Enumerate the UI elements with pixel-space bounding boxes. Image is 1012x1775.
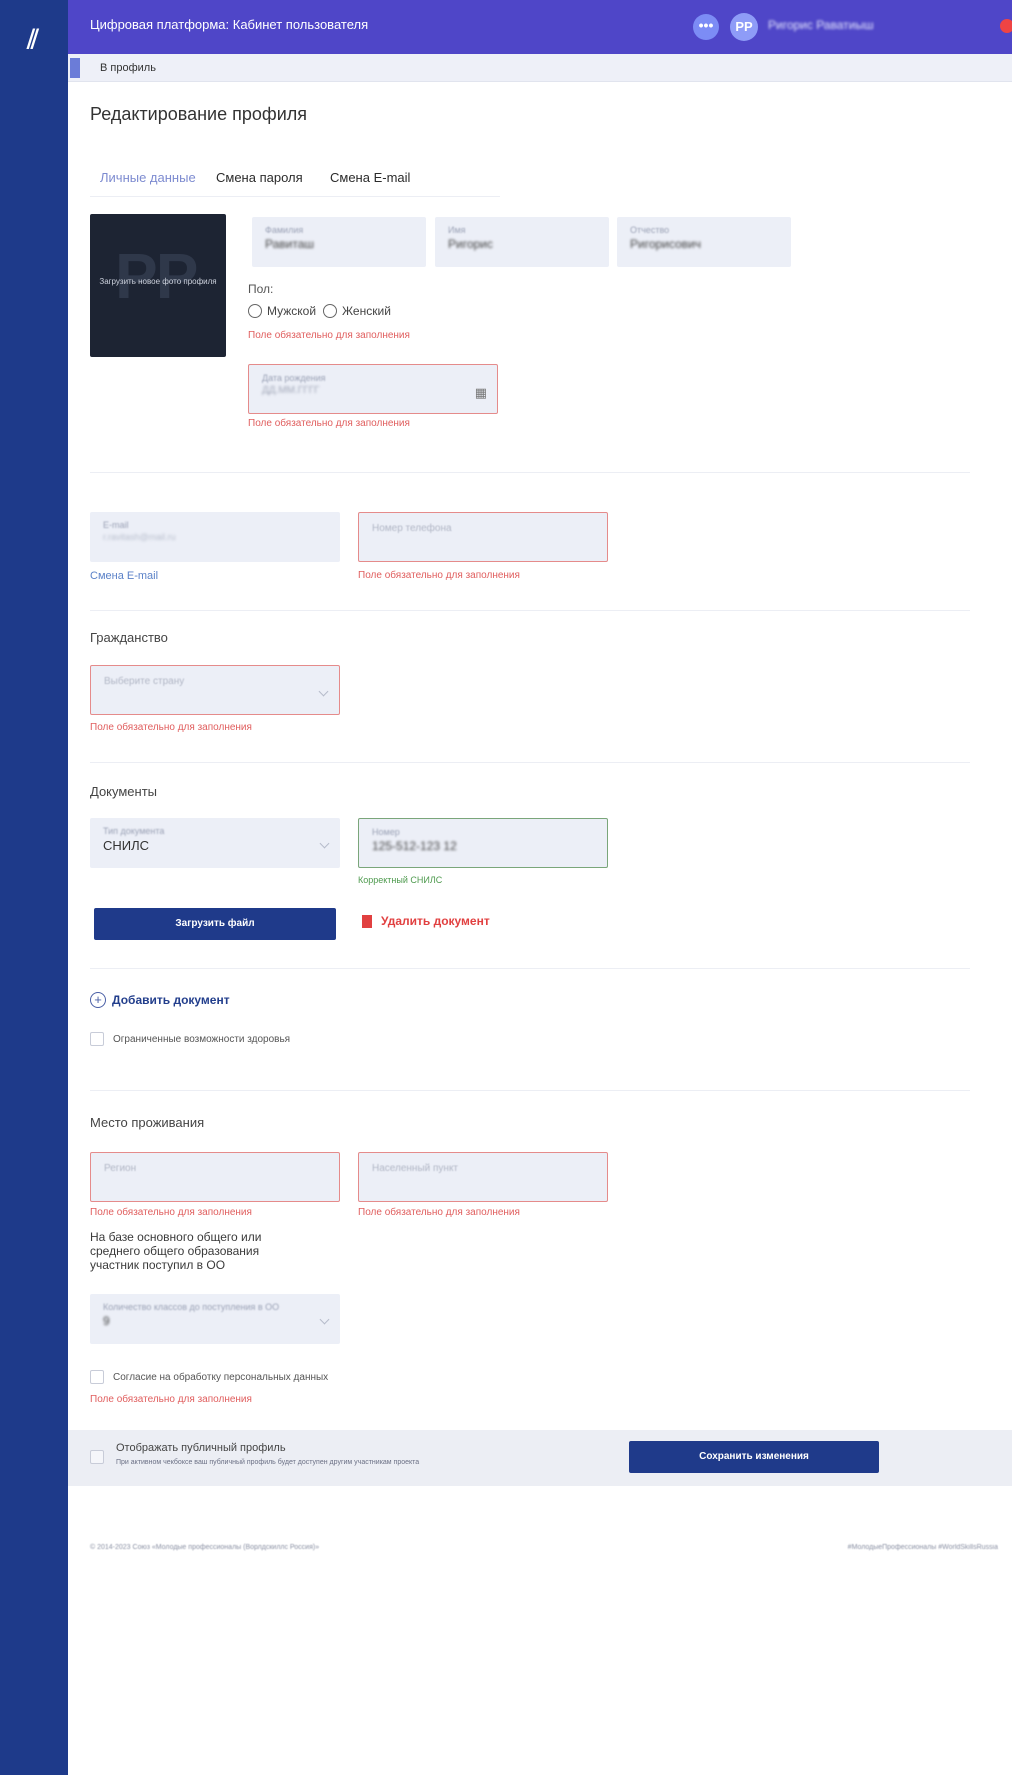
section-divider xyxy=(90,1090,970,1091)
save-changes-button[interactable]: Сохранить изменения xyxy=(629,1441,879,1473)
public-profile-checkbox[interactable] xyxy=(90,1450,104,1464)
first-name-value: Ригорис xyxy=(448,237,493,251)
page-title: Редактирование профиля xyxy=(90,104,308,124)
locality-placeholder: Населенный пункт xyxy=(372,1163,459,1174)
citizenship-title: Гражданство xyxy=(90,630,168,645)
document-number-hint: Корректный СНИЛС xyxy=(358,875,443,885)
add-document-label: Добавить документ xyxy=(112,993,230,1007)
gender-error: Поле обязательно для заполнения xyxy=(248,330,410,341)
app-title: Цифровая платформа: Кабинет пользователя xyxy=(90,17,369,32)
gender-male-label: Мужской xyxy=(267,304,317,318)
first-name-label: Имя xyxy=(448,225,466,235)
chevron-down-icon xyxy=(318,686,329,697)
section-divider xyxy=(90,472,970,473)
tab-personal-data[interactable]: Личные данные xyxy=(90,170,208,197)
first-name-field[interactable]: Имя Ригорис xyxy=(435,217,609,267)
checkbox-icon[interactable] xyxy=(90,1370,104,1384)
gender-radio-female[interactable]: Женский xyxy=(323,304,391,318)
radio-circle-icon xyxy=(248,304,262,318)
footer-hashtags[interactable]: #МолодыеПрофессионалы #WorldSkillsRussia xyxy=(848,1544,998,1551)
birth-date-error: Поле обязательно для заполнения xyxy=(248,418,410,429)
country-select[interactable]: Выберите страну xyxy=(90,665,340,715)
region-error: Поле обязательно для заполнения xyxy=(90,1207,252,1218)
document-type-select[interactable]: Тип документа СНИЛС xyxy=(90,818,340,868)
email-value: r.ravitash@mail.ru xyxy=(103,532,176,542)
middle-name-label: Отчество xyxy=(630,225,670,235)
residence-title: Место проживания xyxy=(90,1115,205,1130)
bottom-bar: Отображать публичный профиль При активно… xyxy=(68,1430,1012,1486)
footer-copyright: © 2014-2023 Союз «Молодые профессионалы … xyxy=(90,1544,320,1551)
user-name[interactable]: Ригорис Раватиыш xyxy=(768,18,874,32)
tab-change-password[interactable]: Смена пароля xyxy=(216,170,303,185)
delete-document-label: Удалить документ xyxy=(381,914,490,928)
public-profile-title: Отображать публичный профиль xyxy=(116,1442,286,1454)
upload-photo-label[interactable]: Загрузить новое фото профиля xyxy=(98,276,218,288)
documents-title: Документы xyxy=(90,784,158,799)
chevron-down-icon xyxy=(319,838,330,849)
back-to-profile-link[interactable]: В профиль xyxy=(100,62,156,74)
document-type-label: Тип документа xyxy=(103,826,165,836)
middle-name-value: Ригорисович xyxy=(630,237,702,251)
upload-file-button[interactable]: Загрузить файл xyxy=(94,908,336,940)
classes-value: 9 xyxy=(103,1314,110,1328)
region-placeholder: Регион xyxy=(104,1163,137,1174)
checkbox-icon[interactable] xyxy=(90,1032,104,1046)
change-email-link[interactable]: Смена E-mail xyxy=(90,570,158,582)
document-number-field[interactable]: Номер 125-512-123 12 xyxy=(358,818,608,868)
consent-error: Поле обязательно для заполнения xyxy=(90,1394,252,1405)
top-bar: Цифровая платформа: Кабинет пользователя… xyxy=(68,0,1012,54)
app-logo-icon[interactable]: ⫽ xyxy=(18,24,48,54)
last-name-value: Равиташ xyxy=(265,237,315,251)
last-name-field[interactable]: Фамилия Равиташ xyxy=(252,217,426,267)
back-arrow-icon[interactable] xyxy=(70,58,80,78)
plus-circle-icon: + xyxy=(90,992,106,1008)
gender-female-label: Женский xyxy=(342,304,391,318)
sidebar: ⫽ xyxy=(0,0,68,1775)
add-document-button[interactable]: + Добавить документ xyxy=(90,992,230,1008)
consent-checkbox[interactable]: Согласие на обработку персональных данны… xyxy=(90,1370,328,1384)
public-profile-subtitle: При активном чекбоксе ваш публичный проф… xyxy=(116,1459,420,1466)
email-label: E-mail xyxy=(103,520,129,530)
education-text: На базе основного общего или среднего об… xyxy=(90,1230,262,1272)
tabs-divider xyxy=(90,196,500,197)
delete-document-button[interactable]: Удалить документ xyxy=(362,914,490,928)
profile-photo[interactable]: PP Загрузить новое фото профиля xyxy=(90,214,226,357)
birth-date-label: Дата рождения xyxy=(262,373,326,383)
region-field[interactable]: Регион xyxy=(90,1152,340,1202)
country-error: Поле обязательно для заполнения xyxy=(90,722,252,733)
logout-icon[interactable] xyxy=(1000,19,1012,33)
trash-icon xyxy=(362,914,372,928)
health-label: Ограниченные возможности здоровья xyxy=(113,1033,291,1045)
calendar-icon[interactable]: ▦ xyxy=(475,385,487,401)
phone-placeholder: Номер телефона xyxy=(372,523,452,534)
gender-label: Пол: xyxy=(248,282,274,296)
document-type-value: СНИЛС xyxy=(103,838,150,853)
birth-date-placeholder: ДД.ММ.ГГГГ xyxy=(262,385,320,396)
chevron-down-icon xyxy=(319,1314,330,1325)
email-field[interactable]: E-mail r.ravitash@mail.ru xyxy=(90,512,340,562)
section-divider xyxy=(90,762,970,763)
health-checkbox[interactable]: Ограниченные возможности здоровья xyxy=(90,1032,290,1046)
radio-circle-icon xyxy=(323,304,337,318)
phone-error: Поле обязательно для заполнения xyxy=(358,570,520,581)
last-name-label: Фамилия xyxy=(265,225,304,235)
classes-label: Количество классов до поступления в ОО xyxy=(103,1302,280,1312)
classes-select[interactable]: Количество классов до поступления в ОО 9 xyxy=(90,1294,340,1344)
more-dots-icon[interactable]: ••• xyxy=(693,14,719,40)
locality-field[interactable]: Населенный пункт xyxy=(358,1152,608,1202)
section-divider xyxy=(90,968,970,969)
country-placeholder: Выберите страну xyxy=(104,676,185,687)
locality-error: Поле обязательно для заполнения xyxy=(358,1207,520,1218)
breadcrumb: В профиль xyxy=(68,54,1012,82)
phone-field[interactable]: Номер телефона xyxy=(358,512,608,562)
birth-date-field[interactable]: Дата рождения ДД.ММ.ГГГГ ▦ xyxy=(248,364,498,414)
tab-change-email[interactable]: Смена E-mail xyxy=(330,170,410,185)
section-divider xyxy=(90,610,970,611)
consent-label: Согласие на обработку персональных данны… xyxy=(113,1371,329,1383)
gender-radio-male[interactable]: Мужской xyxy=(248,304,316,318)
middle-name-field[interactable]: Отчество Ригорисович xyxy=(617,217,791,267)
user-avatar[interactable]: PP xyxy=(730,13,758,41)
document-number-label: Номер xyxy=(372,827,400,837)
document-number-value: 125-512-123 12 xyxy=(372,839,457,853)
